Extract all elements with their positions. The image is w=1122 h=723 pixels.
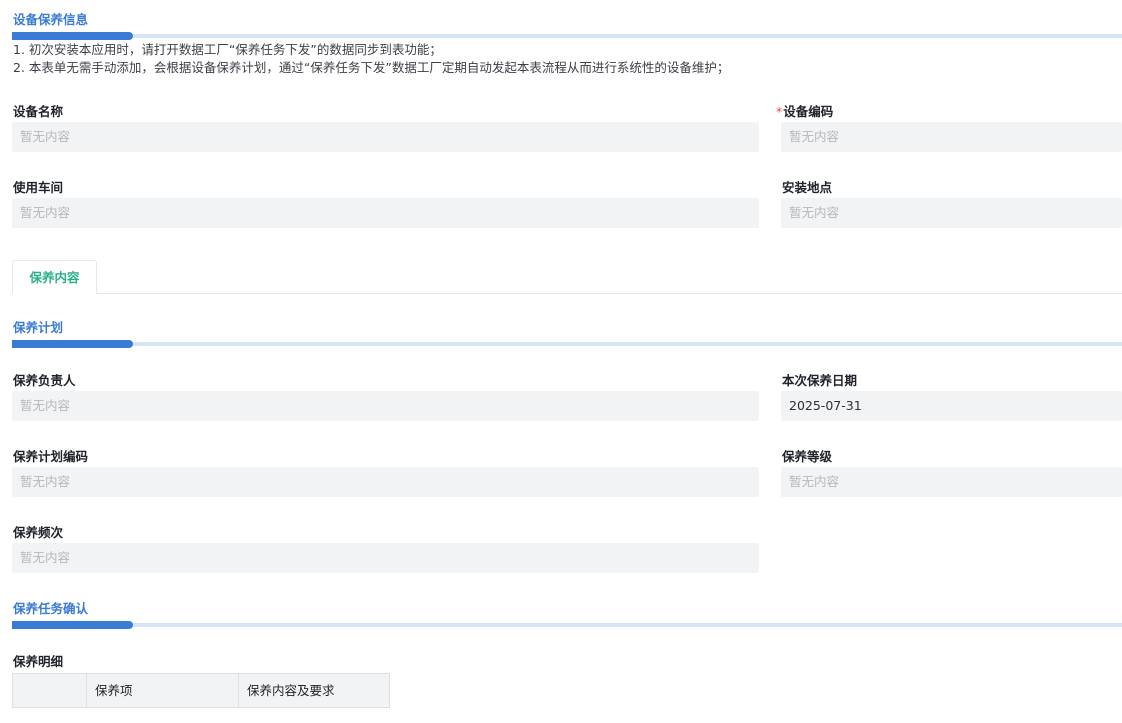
location-label: 安装地点 xyxy=(782,180,833,195)
frequency-label: 保养频次 xyxy=(13,525,64,540)
detail-label: 保养明细 xyxy=(13,654,64,669)
instruction-line-1: 1. 初次安装本应用时，请打开数据工厂“保养任务下发”的数据同步到表功能； xyxy=(13,42,442,57)
required-mark: * xyxy=(776,104,783,119)
section-divider xyxy=(12,621,1122,629)
device-name-label: 设备名称 xyxy=(13,104,64,119)
plan-code-field[interactable]: 暂无内容 xyxy=(12,467,759,497)
section-title-equipment-info: 设备保养信息 xyxy=(13,12,89,27)
date-label: 本次保养日期 xyxy=(782,373,858,388)
instruction-line-2: 2. 本表单无需手动添加，会根据设备保养计划，通过“保养任务下发”数据工厂定期自… xyxy=(13,60,730,75)
owner-label: 保养负责人 xyxy=(13,373,76,388)
section-divider xyxy=(12,340,1122,348)
column-header-item: 保养项 xyxy=(87,674,239,707)
column-header-index xyxy=(13,674,87,707)
level-field[interactable]: 暂无内容 xyxy=(781,467,1122,497)
instructions: 1. 初次安装本应用时，请打开数据工厂“保养任务下发”的数据同步到表功能； 2.… xyxy=(13,41,729,77)
level-label: 保养等级 xyxy=(782,449,833,464)
device-code-label: *设备编码 xyxy=(776,104,834,119)
section-title-maintenance-plan: 保养计划 xyxy=(13,320,64,335)
device-name-field[interactable]: 暂无内容 xyxy=(12,122,759,152)
frequency-field[interactable]: 暂无内容 xyxy=(12,543,759,573)
column-header-requirements: 保养内容及要求 xyxy=(247,683,335,698)
plan-code-label: 保养计划编码 xyxy=(13,449,89,464)
tab-maintenance-content[interactable]: 保养内容 xyxy=(12,260,97,294)
device-code-field[interactable]: 暂无内容 xyxy=(781,122,1122,152)
section-title-task-confirm: 保养任务确认 xyxy=(13,601,89,616)
detail-table-header: 保养项 保养内容及要求 xyxy=(12,673,390,708)
tab-strip-line xyxy=(12,293,1122,294)
section-divider xyxy=(12,32,1122,40)
owner-field[interactable]: 暂无内容 xyxy=(12,391,759,421)
workshop-label: 使用车间 xyxy=(13,180,64,195)
date-field[interactable]: 2025-07-31 xyxy=(781,391,1122,421)
workshop-field[interactable]: 暂无内容 xyxy=(12,198,759,228)
location-field[interactable]: 暂无内容 xyxy=(781,198,1122,228)
